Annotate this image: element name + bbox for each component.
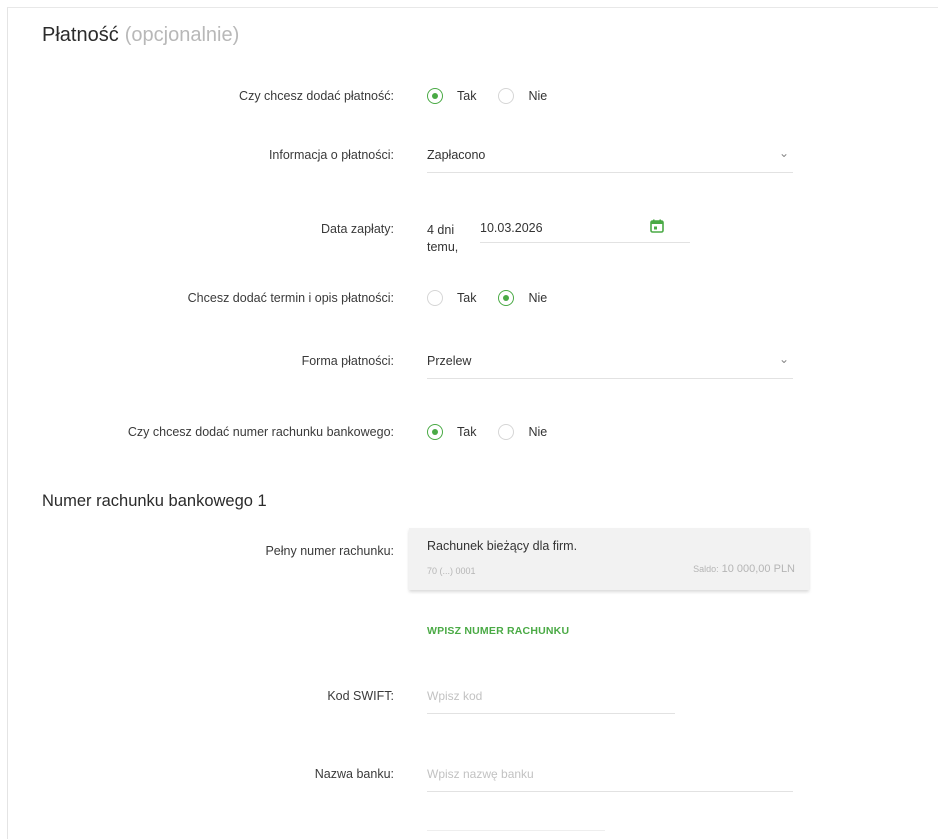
add-account-yes-label[interactable]: Tak bbox=[457, 425, 476, 439]
payment-form-label: Forma płatności: bbox=[301, 354, 394, 368]
add-payment-yes-radio[interactable] bbox=[427, 88, 443, 104]
add-payment-radio-group: Tak Nie bbox=[427, 88, 569, 104]
add-account-label: Czy chcesz dodać numer rachunku bankoweg… bbox=[127, 425, 394, 439]
account-select-card[interactable]: Rachunek bieżący dla firm. 70 (...) 0001… bbox=[409, 528, 809, 590]
add-term-yes-label[interactable]: Tak bbox=[457, 291, 476, 305]
bank-account-subtitle: Numer rachunku bankowego 1 bbox=[42, 492, 267, 510]
add-account-radio-group: Tak Nie bbox=[427, 424, 569, 440]
add-payment-label: Czy chcesz dodać płatność: bbox=[239, 89, 394, 103]
add-account-no-radio[interactable] bbox=[498, 424, 515, 440]
payment-info-select[interactable]: Zapłacono ⌄ bbox=[427, 142, 793, 173]
section-title-text: Płatność bbox=[42, 24, 119, 46]
payment-date-value: 10.03.2026 bbox=[480, 221, 543, 235]
add-term-radio-group: Tak Nie bbox=[427, 290, 569, 306]
saldo-value: 10 000,00 PLN bbox=[721, 563, 795, 575]
account-number: 70 (...) 0001 bbox=[427, 566, 476, 576]
swift-placeholder: Wpisz kod bbox=[427, 689, 483, 703]
add-payment-yes-label[interactable]: Tak bbox=[457, 89, 476, 103]
chevron-down-icon[interactable]: ⌄ bbox=[779, 146, 789, 160]
section-title: Płatność (opcjonalnie) bbox=[42, 24, 239, 47]
saldo-label: Saldo: bbox=[693, 564, 719, 574]
add-payment-no-radio[interactable] bbox=[498, 88, 515, 104]
add-term-no-radio[interactable] bbox=[498, 290, 515, 306]
add-account-yes-radio[interactable] bbox=[427, 424, 443, 440]
add-account-no-label[interactable]: Nie bbox=[528, 425, 547, 439]
bank-name-label: Nazwa banku: bbox=[314, 767, 394, 781]
add-term-yes-radio[interactable] bbox=[427, 290, 443, 306]
payment-form-value: Przelew bbox=[427, 354, 472, 368]
payment-info-value: Zapłacono bbox=[427, 148, 486, 162]
add-term-label: Chcesz dodać termin i opis płatności: bbox=[187, 291, 394, 305]
section-optional-text: (opcjonalnie) bbox=[124, 24, 240, 46]
add-term-no-label[interactable]: Nie bbox=[528, 291, 547, 305]
account-saldo: Saldo: 10 000,00 PLN bbox=[693, 563, 795, 575]
full-number-label: Pełny numer rachunku: bbox=[265, 544, 394, 558]
account-name: Rachunek bieżący dla firm. bbox=[427, 539, 578, 553]
payment-date-label: Data zapłaty: bbox=[321, 222, 394, 236]
bank-name-input[interactable]: Wpisz nazwę banku bbox=[427, 761, 793, 792]
next-field-stub bbox=[427, 830, 605, 832]
add-payment-no-label[interactable]: Nie bbox=[528, 89, 547, 103]
payment-form-select[interactable]: Przelew ⌄ bbox=[427, 348, 793, 379]
chevron-down-icon[interactable]: ⌄ bbox=[779, 352, 789, 366]
calendar-icon[interactable] bbox=[650, 219, 664, 233]
enter-account-number-link[interactable]: WPISZ NUMER RACHUNKU bbox=[427, 625, 569, 637]
payment-info-label: Informacja o płatności: bbox=[268, 148, 394, 162]
bank-name-placeholder: Wpisz nazwę banku bbox=[427, 767, 534, 781]
swift-input[interactable]: Wpisz kod bbox=[427, 683, 675, 714]
swift-label: Kod SWIFT: bbox=[327, 689, 394, 703]
payment-date-relative: 4 dni temu, bbox=[427, 223, 459, 254]
form-panel bbox=[7, 7, 938, 839]
